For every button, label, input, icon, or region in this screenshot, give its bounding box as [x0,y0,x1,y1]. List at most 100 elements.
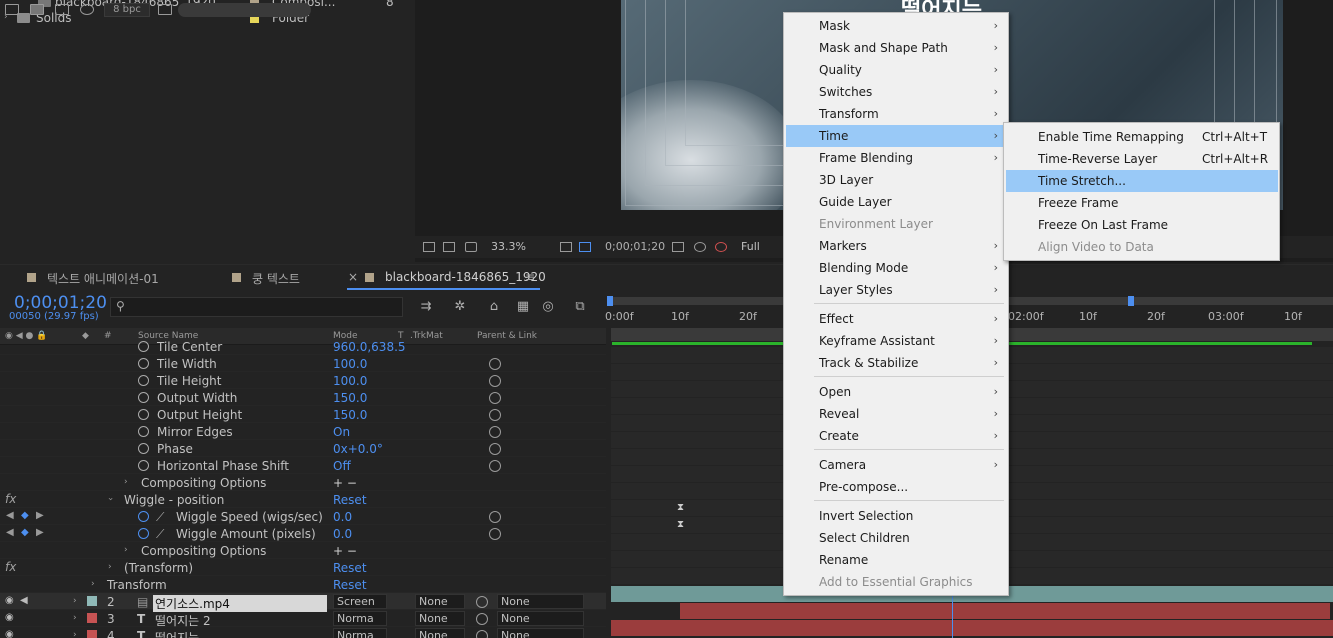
prev-keyframe-icon[interactable]: ◀ [6,510,14,521]
property-value[interactable]: 960.0,638.5 [333,340,406,354]
new-folder-icon[interactable] [30,4,44,15]
add-remove-controls[interactable]: + − [333,476,357,490]
blend-mode-dropdown[interactable]: Norma [333,611,387,626]
search-input[interactable]: ⚲ [110,297,403,317]
tab-kung-text[interactable]: 쿵 텍스트 [232,270,300,287]
resolution-dropdown[interactable]: Full [741,239,760,255]
parent-dropdown[interactable]: None [497,611,584,626]
monitor-icon[interactable] [443,242,455,252]
fx-icon[interactable]: fx [5,560,16,574]
pickwhip-icon[interactable] [489,443,501,455]
pickwhip-icon[interactable] [489,460,501,472]
menu-item-invert-selection[interactable]: Invert Selection [786,505,1006,527]
graph-icon[interactable]: ⟋ [156,510,164,525]
reset-link[interactable]: Reset [333,578,367,592]
property-row[interactable]: Phase 0x+0.0° [0,440,606,457]
add-keyframe-icon[interactable]: ◆ [21,510,29,521]
graph-editor-icon[interactable]: ⧉ [572,300,588,314]
show-snapshot-icon[interactable] [694,242,706,252]
property-row[interactable]: Output Height 150.0 [0,406,606,423]
current-time[interactable]: 0;00;01;20 [14,293,107,313]
reset-link[interactable]: Reset [333,493,367,507]
property-value[interactable]: 150.0 [333,408,367,422]
menu-item-pre-compose[interactable]: Pre-compose... [786,476,1006,498]
chevron-right-icon[interactable]: › [108,562,112,572]
pickwhip-icon[interactable] [489,392,501,404]
chevron-right-icon[interactable]: › [73,630,77,638]
menu-item-quality[interactable]: Quality › [786,59,1006,81]
pickwhip-icon[interactable] [476,630,488,638]
frame-blending-icon[interactable]: ▦ [515,300,531,314]
property-row[interactable]: Tile Height 100.0 [0,372,606,389]
property-value[interactable]: 100.0 [333,357,367,371]
tab-blackboard[interactable]: × blackboard-1846865_1920 ≡ [348,270,546,284]
keyframe-icon[interactable]: ⧗ [677,519,684,530]
menu-item-guide-layer[interactable]: Guide Layer [786,191,1006,213]
menu-item-effect[interactable]: Effect › [786,308,1006,330]
layer-name[interactable]: 떨어지는 [155,629,199,638]
next-keyframe-icon[interactable]: ▶ [36,527,44,538]
new-composition-icon[interactable] [55,4,69,15]
menu-item-mask[interactable]: Mask › [786,15,1006,37]
stopwatch-icon[interactable] [138,375,149,386]
settings-icon[interactable] [80,4,94,15]
pickwhip-icon[interactable] [489,426,501,438]
submenu-item-freeze-frame[interactable]: Freeze Frame [1006,192,1278,214]
label-color-swatch[interactable] [87,630,97,638]
compositing-options-row[interactable]: › Compositing Options + − [0,474,606,491]
comp-flowchart-icon[interactable]: ⇉ [418,300,434,314]
horizontal-scrollbar[interactable] [178,3,311,17]
pickwhip-icon[interactable] [476,596,488,608]
interpret-footage-icon[interactable] [5,4,19,15]
property-value[interactable]: 100.0 [333,374,367,388]
property-value[interactable]: On [333,425,350,439]
zoom-dropdown[interactable]: 33.3% [488,239,552,255]
motion-blur-icon[interactable]: ◎ [540,300,556,314]
menu-item-create[interactable]: Create › [786,425,1006,447]
menu-item-select-children[interactable]: Select Children [786,527,1006,549]
property-row[interactable]: ◀ ◆ ▶ ⟋ Wiggle Amount (pixels) 0.0 [0,525,606,542]
stopwatch-icon[interactable] [138,358,149,369]
bit-depth-button[interactable]: 8 bpc [104,3,150,17]
snapshot-icon[interactable] [672,242,684,252]
chevron-right-icon[interactable]: › [91,579,95,589]
parent-dropdown[interactable]: None [497,628,584,638]
property-value[interactable]: 150.0 [333,391,367,405]
fx-icon[interactable]: fx [5,492,16,506]
property-row[interactable]: Tile Center 960.0,638.5 [0,338,606,355]
property-row[interactable]: Mirror Edges On [0,423,606,440]
pickwhip-icon[interactable] [489,528,501,540]
menu-icon[interactable]: ≡ [525,270,535,284]
layer-duration-bar[interactable] [611,620,1333,637]
layer-row[interactable]: ◉ ◀ › 2 ▤ 연기소스.mp4 Screen None None [0,593,606,612]
submenu-item-enable-time-remapping[interactable]: Enable Time Remapping Ctrl+Alt+T [1006,126,1278,148]
next-keyframe-icon[interactable]: ▶ [36,510,44,521]
stopwatch-icon[interactable] [138,426,149,437]
stopwatch-icon[interactable] [138,443,149,454]
pickwhip-icon[interactable] [489,375,501,387]
trkmat-dropdown[interactable]: None [415,594,465,609]
menu-item-transform[interactable]: Transform › [786,103,1006,125]
audio-icon[interactable]: ◀ [20,595,28,606]
label-color-swatch[interactable] [87,613,97,623]
pickwhip-icon[interactable] [489,358,501,370]
keyframe-icon[interactable]: ⧗ [677,502,684,513]
menu-item-open[interactable]: Open › [786,381,1006,403]
trash-icon[interactable] [158,4,172,15]
layer-row[interactable]: ◉ › 4 T 떨어지는 Norma None None [0,627,606,638]
menu-item-3d-layer[interactable]: 3D Layer [786,169,1006,191]
region-icon[interactable] [560,242,572,252]
parent-dropdown[interactable]: None [497,594,584,609]
menu-item-keyframe-assistant[interactable]: Keyframe Assistant › [786,330,1006,352]
stopwatch-icon[interactable] [138,341,149,352]
property-value[interactable]: 0x+0.0° [333,442,383,456]
blend-mode-dropdown[interactable]: Screen [333,594,387,609]
submenu-item-time-stretch[interactable]: Time Stretch... [1006,170,1278,192]
add-remove-controls[interactable]: + − [333,544,357,558]
chevron-right-icon[interactable]: › [73,596,77,606]
pickwhip-icon[interactable] [476,613,488,625]
trkmat-dropdown[interactable]: None [415,628,465,638]
eye-icon[interactable]: ◉ [5,595,14,606]
menu-item-blending-mode[interactable]: Blending Mode › [786,257,1006,279]
menu-item-layer-styles[interactable]: Layer Styles › [786,279,1006,301]
